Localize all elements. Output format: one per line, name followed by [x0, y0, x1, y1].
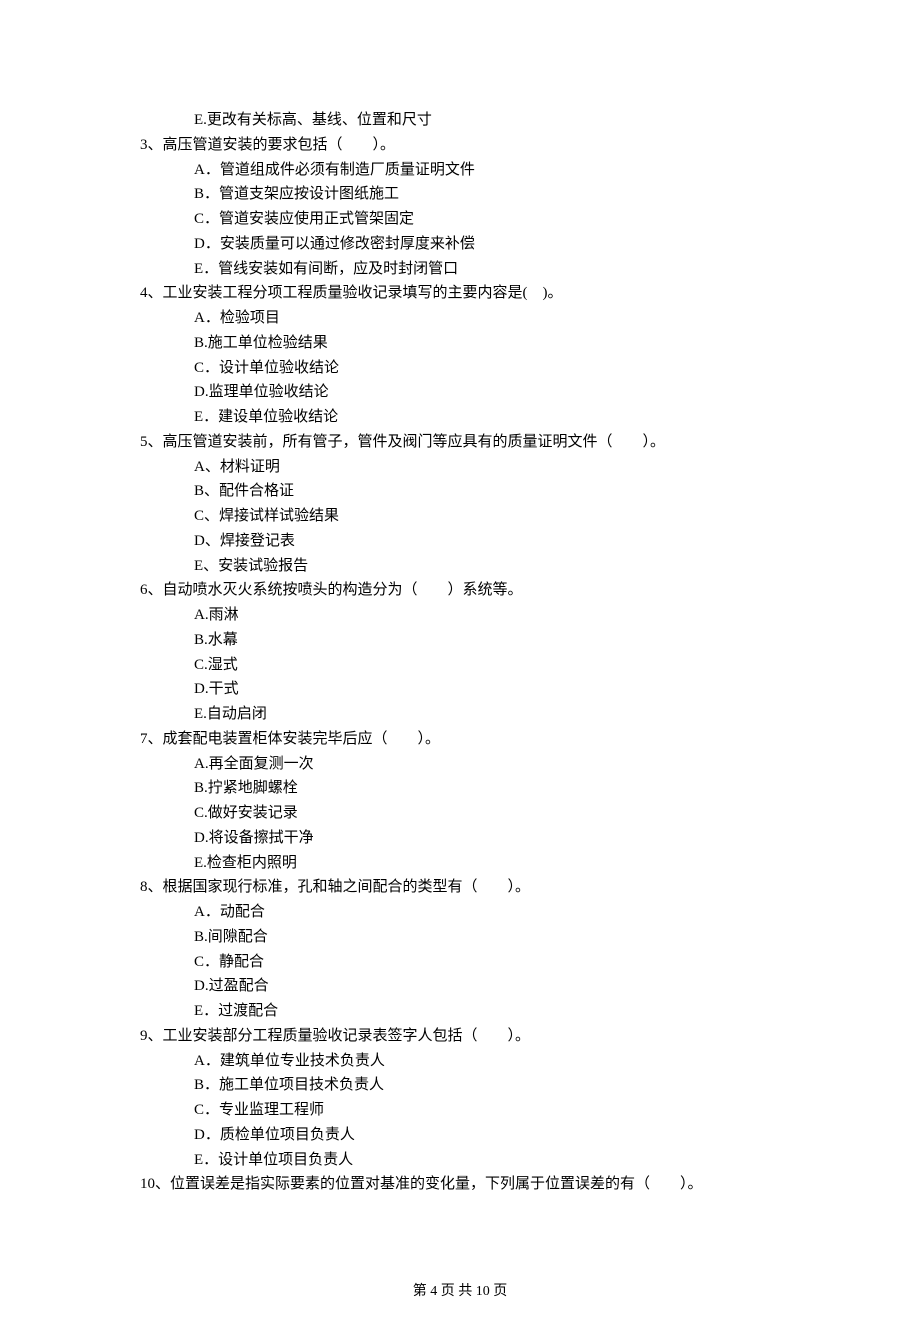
option-text: A、材料证明 [140, 455, 800, 480]
option-text: B．管道支架应按设计图纸施工 [140, 182, 800, 207]
question-text: 7、成套配电装置柜体安装完毕后应（ ）。 [140, 727, 800, 752]
option-text: A.再全面复测一次 [140, 752, 800, 777]
option-text: A.雨淋 [140, 603, 800, 628]
option-text: A．动配合 [140, 900, 800, 925]
option-text: B、配件合格证 [140, 479, 800, 504]
question-text: 5、高压管道安装前，所有管子，管件及阀门等应具有的质量证明文件（ ）。 [140, 430, 800, 455]
option-text: C．设计单位验收结论 [140, 356, 800, 381]
option-text: D.监理单位验收结论 [140, 380, 800, 405]
option-text: E．设计单位项目负责人 [140, 1148, 800, 1173]
option-text: B.拧紧地脚螺栓 [140, 776, 800, 801]
question-text: 6、自动喷水灭火系统按喷头的构造分为（ ）系统等。 [140, 578, 800, 603]
option-text: E.更改有关标高、基线、位置和尺寸 [140, 108, 800, 133]
option-text: D．质检单位项目负责人 [140, 1123, 800, 1148]
option-text: E．管线安装如有间断，应及时封闭管口 [140, 257, 800, 282]
question-text: 9、工业安装部分工程质量验收记录表签字人包括（ ）。 [140, 1024, 800, 1049]
option-text: D.过盈配合 [140, 974, 800, 999]
option-text: B．施工单位项目技术负责人 [140, 1073, 800, 1098]
option-text: E．过渡配合 [140, 999, 800, 1024]
option-text: B.间隙配合 [140, 925, 800, 950]
option-text: B.水幕 [140, 628, 800, 653]
page-content: E.更改有关标高、基线、位置和尺寸3、高压管道安装的要求包括（ ）。A．管道组成… [0, 0, 920, 1260]
option-text: C.湿式 [140, 653, 800, 678]
question-text: 10、位置误差是指实际要素的位置对基准的变化量，下列属于位置误差的有（ ）。 [140, 1172, 800, 1197]
option-text: D.干式 [140, 677, 800, 702]
option-text: A．管道组成件必须有制造厂质量证明文件 [140, 158, 800, 183]
option-text: B.施工单位检验结果 [140, 331, 800, 356]
option-text: D.将设备擦拭干净 [140, 826, 800, 851]
option-text: C.做好安装记录 [140, 801, 800, 826]
option-text: E.检查柜内照明 [140, 851, 800, 876]
question-text: 4、工业安装工程分项工程质量验收记录填写的主要内容是( )。 [140, 281, 800, 306]
question-text: 3、高压管道安装的要求包括（ ）。 [140, 133, 800, 158]
option-text: E、安装试验报告 [140, 554, 800, 579]
question-text: 8、根据国家现行标准，孔和轴之间配合的类型有（ ）。 [140, 875, 800, 900]
option-text: C．管道安装应使用正式管架固定 [140, 207, 800, 232]
option-text: D．安装质量可以通过修改密封厚度来补偿 [140, 232, 800, 257]
option-text: E．建设单位验收结论 [140, 405, 800, 430]
option-text: E.自动启闭 [140, 702, 800, 727]
option-text: A．建筑单位专业技术负责人 [140, 1049, 800, 1074]
option-text: C．专业监理工程师 [140, 1098, 800, 1123]
option-text: A．检验项目 [140, 306, 800, 331]
option-text: C、焊接试样试验结果 [140, 504, 800, 529]
option-text: D、焊接登记表 [140, 529, 800, 554]
option-text: C．静配合 [140, 950, 800, 975]
